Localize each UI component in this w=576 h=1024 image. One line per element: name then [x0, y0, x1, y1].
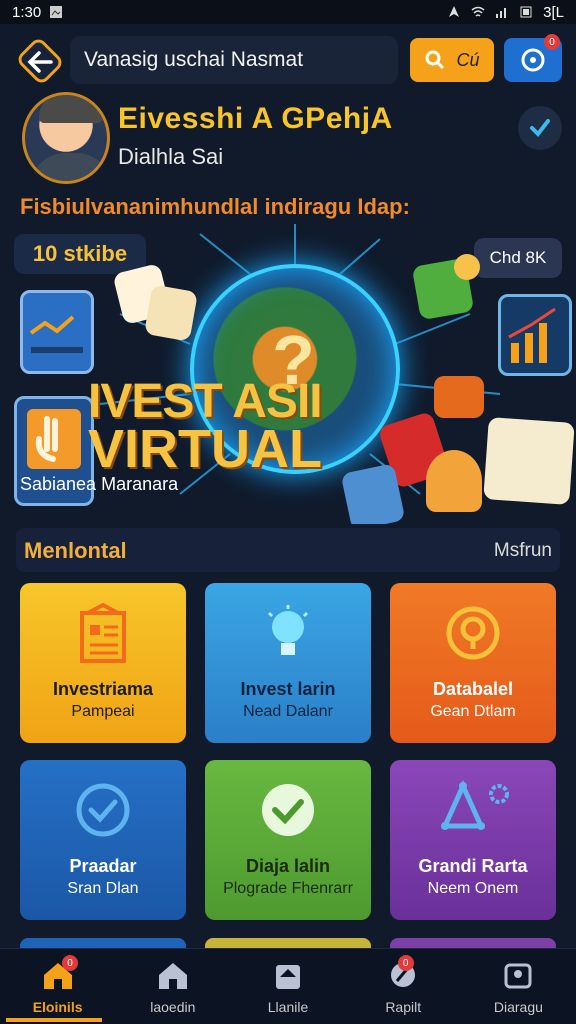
section-title: Menlontal: [24, 538, 127, 563]
nav-label: Eloinils: [32, 999, 83, 1015]
target-icon: [521, 48, 545, 72]
nav-item-2[interactable]: laoedin: [115, 949, 230, 1024]
check-icon: [530, 119, 550, 138]
card-subtitle: Neem Onem: [427, 880, 519, 897]
bottom-navigation: 0 Eloinils laoedin Llanile 0 Rapilt Diar…: [0, 948, 576, 1024]
signal-icon: [496, 8, 507, 18]
notification-badge: 0: [544, 34, 560, 50]
chart-tile-icon: [20, 290, 94, 374]
battery-icon: [520, 6, 532, 18]
notification-button[interactable]: 0: [504, 34, 562, 82]
card-title: Invest larin: [240, 679, 336, 699]
coin-icon: [454, 254, 480, 280]
search-button[interactable]: Cú: [410, 38, 494, 82]
nav-item-5[interactable]: Diaragu: [461, 949, 576, 1024]
nav-item-4[interactable]: 0 Rapilt: [346, 949, 461, 1024]
search-icon: [425, 50, 445, 70]
dollar-icon: [144, 284, 198, 342]
card-title: Databalel: [432, 679, 514, 699]
nav-badge: 0: [62, 955, 78, 971]
location-icon: [449, 6, 460, 17]
card-databalel[interactable]: Databalel Gean Dtlam: [390, 583, 556, 743]
avatar[interactable]: [22, 92, 110, 184]
profile-subtitle: Dialhla Sai: [118, 144, 224, 169]
nav-label: laoedin: [150, 999, 196, 1015]
check-circle-icon: [205, 780, 371, 844]
hero-caption: Sabianea Maranara: [20, 474, 179, 494]
avatar-cap: [39, 95, 103, 123]
search-input-value: Vanasig uschai Nasmat: [84, 48, 304, 71]
hero-title-line2: VIRTUAL: [88, 419, 322, 479]
bar-chart-icon: [498, 294, 572, 376]
card-title: Investriama: [52, 679, 154, 699]
image-icon: [50, 6, 63, 18]
card-diaja-lalin[interactable]: Diaja lalin Plograde Fhenrarr: [205, 760, 371, 920]
card-title: Diaja lalin: [245, 856, 331, 876]
briefcase-icon: [276, 965, 300, 989]
battery-level: 3[L: [543, 3, 564, 21]
profile-name: Eivesshi A GPehjA: [118, 102, 393, 135]
nav-active-indicator: [6, 1018, 102, 1022]
card-subtitle: Plograde Fhenrarr: [223, 880, 353, 897]
nav-label: Diaragu: [493, 999, 543, 1015]
back-arrow-icon: [27, 51, 53, 73]
nav-label: Rapilt: [385, 999, 422, 1015]
hero-stat-pill[interactable]: 10 stkibe: [14, 234, 146, 274]
search-button-label: Cú: [456, 49, 480, 70]
verified-button[interactable]: [518, 106, 562, 150]
card-investriama[interactable]: Investriama Pampeai: [20, 583, 186, 743]
card-praadar[interactable]: Praadar Sran Dlan: [20, 760, 186, 920]
card-subtitle: Gean Dtlam: [430, 703, 516, 720]
triangle-nodes-icon: [390, 780, 556, 844]
nav-item-3[interactable]: Llanile: [230, 949, 345, 1024]
profile-header: Eivesshi A GPehjA Dialhla Sai: [0, 92, 576, 188]
top-bar: Vanasig uschai Nasmat Cú 0: [0, 34, 576, 86]
status-bar: 1:30 3[L: [0, 0, 576, 24]
status-time: 1:30: [12, 3, 42, 21]
card-title: Grandi Rarta: [418, 856, 528, 876]
user-icon: [504, 963, 532, 989]
nav-item-home[interactable]: 0 Eloinils: [0, 949, 115, 1024]
section-more-link[interactable]: Msfrun: [494, 540, 552, 562]
card-subtitle: Pampeai: [71, 703, 135, 720]
home-icon: [158, 963, 187, 989]
nav-label: Llanile: [267, 999, 309, 1015]
wifi-icon: [471, 6, 485, 17]
headline: Fisbiulvananimhundlal indiragu Idap:: [20, 194, 410, 219]
hero-banner[interactable]: ? 10 stkibe Chd 8K IVEST ASII VIRTUAL Sa…: [0, 224, 576, 524]
trophy-icon: [426, 450, 482, 512]
price-tag-icon: [434, 376, 484, 418]
lightbulb-icon: [205, 603, 371, 667]
section-header: Menlontal Msfrun: [16, 528, 560, 572]
check-circle-icon: [20, 780, 186, 844]
document-icon: [20, 603, 186, 667]
card-title: Praadar: [69, 856, 137, 876]
card-grandi-rarta[interactable]: Grandi Rarta Neem Onem: [390, 760, 556, 920]
target-icon: [390, 603, 556, 667]
card-subtitle: Sran Dlan: [67, 880, 139, 897]
card-invest-larin[interactable]: Invest larin Nead Dalanr: [205, 583, 371, 743]
nav-badge: 0: [397, 955, 414, 971]
card-subtitle: Nead Dalanr: [243, 703, 333, 720]
back-button[interactable]: [18, 40, 62, 84]
avatar-shirt: [31, 153, 107, 181]
search-input[interactable]: Vanasig uschai Nasmat: [70, 36, 398, 84]
book-icon: [483, 417, 575, 505]
hero-chart-pill[interactable]: Chd 8K: [474, 238, 562, 278]
